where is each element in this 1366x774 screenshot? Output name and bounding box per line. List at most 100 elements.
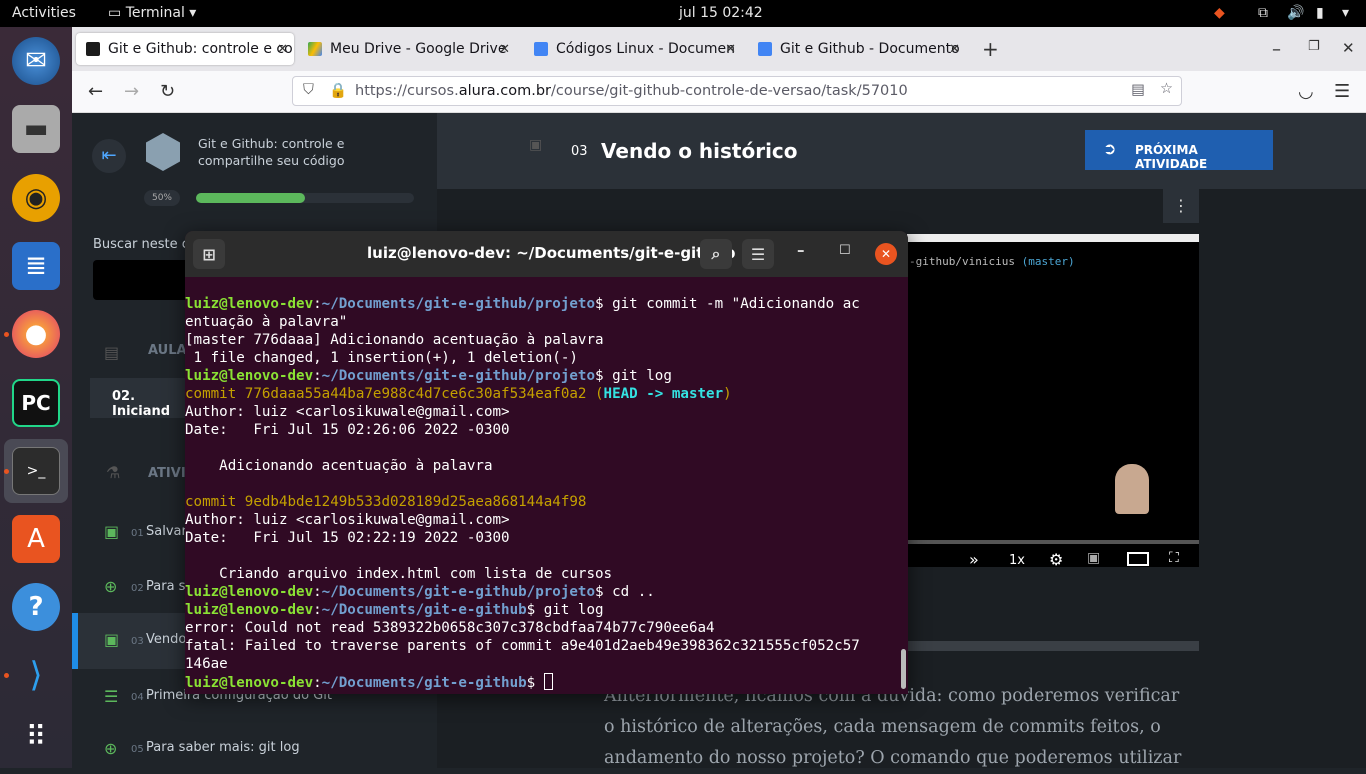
tab-label: Meu Drive - Google Drive [330, 41, 507, 57]
activity-num: 05 [131, 744, 144, 755]
system-menu-icon[interactable]: ▾ [1342, 5, 1349, 21]
thunderbird-icon[interactable]: ✉ [12, 37, 60, 85]
next-activity-button[interactable]: ➲ PRÓXIMA ATIVIDADE [1085, 130, 1273, 171]
arrow-circle-icon: ➲ [1103, 139, 1117, 158]
close-icon[interactable]: ✕ [875, 243, 897, 265]
activity-label: Para saber mais: git log [146, 740, 300, 755]
volume-icon[interactable]: 🔊 [1287, 5, 1304, 21]
close-icon[interactable]: ✕ [725, 42, 736, 57]
pocket-icon[interactable]: ◡ [1298, 81, 1314, 102]
url-prefix: https://cursos. [355, 83, 459, 99]
prompt-path: ~/Documents/git-e-github [321, 602, 527, 618]
speed-label[interactable]: 1x [1009, 553, 1025, 568]
bookmark-star-icon[interactable]: ☆ [1160, 81, 1173, 97]
output-line: [master 776daaa] Adicionando acentuação … [185, 332, 604, 348]
prompt-path: ~/Documents/git-e-github/projeto [321, 296, 596, 312]
collapse-sidebar-icon[interactable]: ⇤ [92, 139, 126, 173]
activity-text: Anteriormente, ficamos com a dúvida: com… [604, 681, 1181, 774]
skip-icon[interactable]: » [969, 550, 979, 569]
pycharm-icon[interactable]: PC [12, 379, 60, 427]
software-icon[interactable]: A [12, 515, 60, 563]
commit-hash: commit 9edb4bde1249b533d028189d25aea8681… [185, 494, 587, 510]
video-player[interactable]: -github/vinicius (master) » 1x ⚙ ▣ ⛶ [907, 234, 1199, 569]
terminal-scrollbar[interactable] [901, 649, 906, 689]
firefox-icon[interactable]: ● [12, 310, 60, 358]
video-terminal-text: -github/vinicius (master) [909, 255, 1075, 268]
close-window-icon[interactable]: ✕ [1342, 39, 1355, 57]
tab-docs-git[interactable]: Git e Github - Documento ✕ [748, 33, 966, 65]
more-options-icon[interactable]: ⋮ [1163, 189, 1199, 223]
output-line: error: Could not read 5389322b0658c307c3… [185, 620, 715, 636]
new-tab-button[interactable]: + [982, 37, 999, 61]
reload-icon[interactable]: ↻ [160, 81, 175, 102]
docs-favicon-icon [758, 42, 772, 56]
close-icon[interactable]: ✕ [949, 42, 960, 57]
output-line: fatal: Failed to traverse parents of com… [185, 638, 860, 654]
app-menu[interactable]: ▭ Terminal ▾ [108, 5, 196, 21]
writer-icon[interactable]: ≣ [12, 242, 60, 290]
activity-item[interactable]: ⊕ 02 Para s [72, 563, 192, 613]
activities-button[interactable]: Activities [12, 5, 76, 21]
tab-docs-linux[interactable]: Códigos Linux - Documen ✕ [524, 33, 742, 65]
maximize-icon[interactable]: ❐ [1308, 39, 1320, 54]
shield-icon[interactable]: ⛉ [303, 82, 314, 98]
reader-view-icon[interactable]: ▤ [1131, 82, 1145, 98]
book-icon: ▤ [104, 343, 120, 362]
network-icon[interactable]: ⧉ [1258, 5, 1268, 21]
output-line: Criando arquivo index.html com lista de … [185, 566, 613, 582]
video-icon: ▣ [104, 522, 120, 541]
prompt-path: ~/Documents/git-e-github/projeto [321, 368, 596, 384]
close-icon[interactable]: ✕ [499, 42, 510, 57]
app-indicator-icon[interactable]: ◆ [1214, 5, 1225, 21]
rhythmbox-icon[interactable]: ◉ [12, 174, 60, 222]
course-title[interactable]: Git e Github: controle e compartilhe seu … [198, 135, 344, 169]
top-bar: Activities ▭ Terminal ▾ jul 15 02:42 ◆ ⧉… [0, 0, 1366, 27]
forward-icon[interactable]: → [124, 81, 139, 102]
fullscreen-icon[interactable]: ⛶ [1169, 550, 1179, 566]
lesson-item[interactable]: 02. Iniciand [90, 378, 190, 419]
help-icon[interactable]: ? [12, 583, 60, 631]
apps-grid-icon[interactable]: ⠿ [12, 712, 60, 760]
minimize-icon[interactable]: – [1272, 39, 1281, 60]
section-label: AULA [148, 343, 187, 358]
video-progress[interactable] [907, 540, 1199, 544]
running-indicator [4, 469, 9, 474]
output-line: Date: Fri Jul 15 02:26:06 2022 -0300 [185, 422, 510, 438]
theater-icon[interactable] [1127, 552, 1149, 566]
terminal-titlebar[interactable]: ⊞ luiz@lenovo-dev: ~/Documents/git-e-git… [185, 231, 908, 277]
hamburger-menu-icon[interactable]: ☰ [742, 239, 774, 269]
url-bar[interactable]: ⛉ 🔒 https://cursos.alura.com.br/course/g… [292, 76, 1182, 106]
activity-num: 04 [131, 692, 144, 703]
terminal-icon[interactable]: >_ [12, 447, 60, 495]
activity-item[interactable]: ▣ 01 Salvan [72, 508, 192, 558]
checkbox-icon[interactable]: ▣ [529, 137, 542, 153]
lock-icon[interactable]: 🔒 [329, 82, 347, 99]
new-tab-icon[interactable]: ⊞ [193, 239, 225, 269]
files-icon[interactable]: ▬ [12, 105, 60, 153]
pip-icon[interactable]: ▣ [1087, 550, 1100, 566]
battery-icon[interactable]: ▮ [1316, 5, 1324, 21]
tab-drive[interactable]: Meu Drive - Google Drive ✕ [298, 33, 516, 65]
minimize-icon[interactable]: – [797, 241, 805, 259]
menu-icon[interactable]: ☰ [1334, 81, 1350, 102]
vscode-icon[interactable]: ⟩ [12, 651, 60, 699]
output-line: entuação à palavra" [185, 314, 348, 330]
commit-hash: commit 776daaa55a44ba7e988c4d7ce6c30af53… [185, 386, 604, 402]
terminal-output[interactable]: luiz@lenovo-dev:~/Documents/git-e-github… [185, 295, 908, 692]
activity-label: Para s [146, 579, 186, 594]
video-icon: ▣ [104, 630, 120, 649]
maximize-icon[interactable]: ☐ [839, 243, 851, 258]
instructor-figure [1115, 464, 1149, 514]
activity-item[interactable]: ⊕ 05 Para saber mais: git log [72, 731, 437, 771]
tab-label: Git e Github: controle e co [108, 41, 293, 57]
settings-icon[interactable]: ⚙ [1049, 550, 1063, 569]
tab-alura[interactable]: Git e Github: controle e co ✕ [76, 33, 294, 65]
search-icon[interactable]: ⌕ [700, 239, 732, 269]
terminal-window[interactable]: ⊞ luiz@lenovo-dev: ~/Documents/git-e-git… [185, 231, 908, 694]
back-icon[interactable]: ← [88, 81, 103, 102]
activity-item-current[interactable]: ▣ 03 Vendo [72, 613, 192, 669]
drive-favicon-icon [308, 42, 322, 56]
clock[interactable]: jul 15 02:42 [679, 5, 763, 21]
close-icon[interactable]: ✕ [277, 42, 288, 57]
app-menu-label: Terminal [125, 5, 185, 21]
